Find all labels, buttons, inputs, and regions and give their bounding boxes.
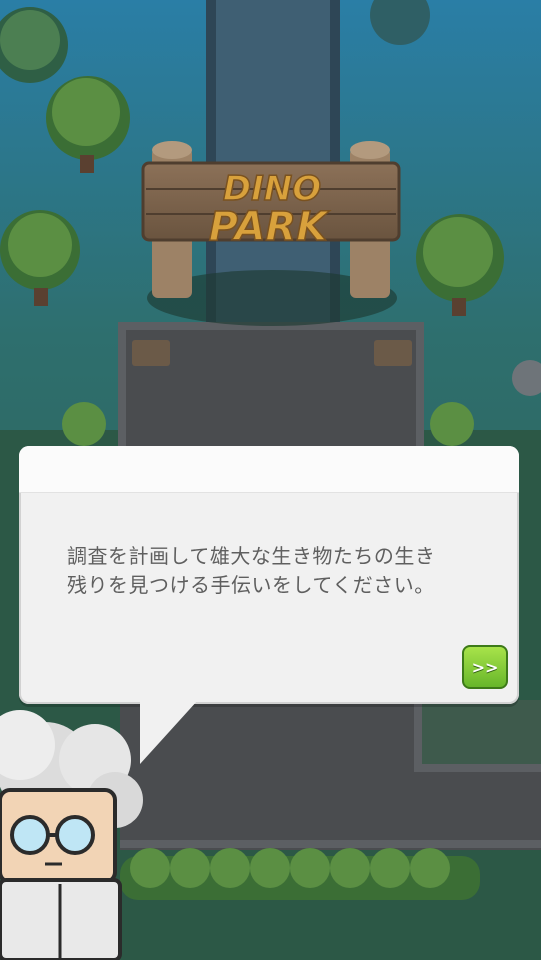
sign-line-park: PARK	[209, 204, 330, 250]
dialog-tail	[140, 700, 198, 764]
dialog-text: 調査を計画して雄大な生き物たちの生き 残りを見つける手伝いをしてください。	[67, 542, 487, 600]
double-chevron-right-icon: >>	[471, 657, 499, 677]
sign-line-dino: DINO	[223, 169, 321, 209]
dialog-line-1: 調査を計画して雄大な生き物たちの生き	[67, 544, 436, 568]
dialog-bubble: 調査を計画して雄大な生き物たちの生き 残りを見つける手伝いをしてください。	[19, 446, 519, 704]
next-button[interactable]: >>	[462, 645, 508, 689]
dialog-line-2: 残りを見つける手伝いをしてください。	[67, 573, 435, 597]
dialog-header-bar	[19, 446, 519, 493]
